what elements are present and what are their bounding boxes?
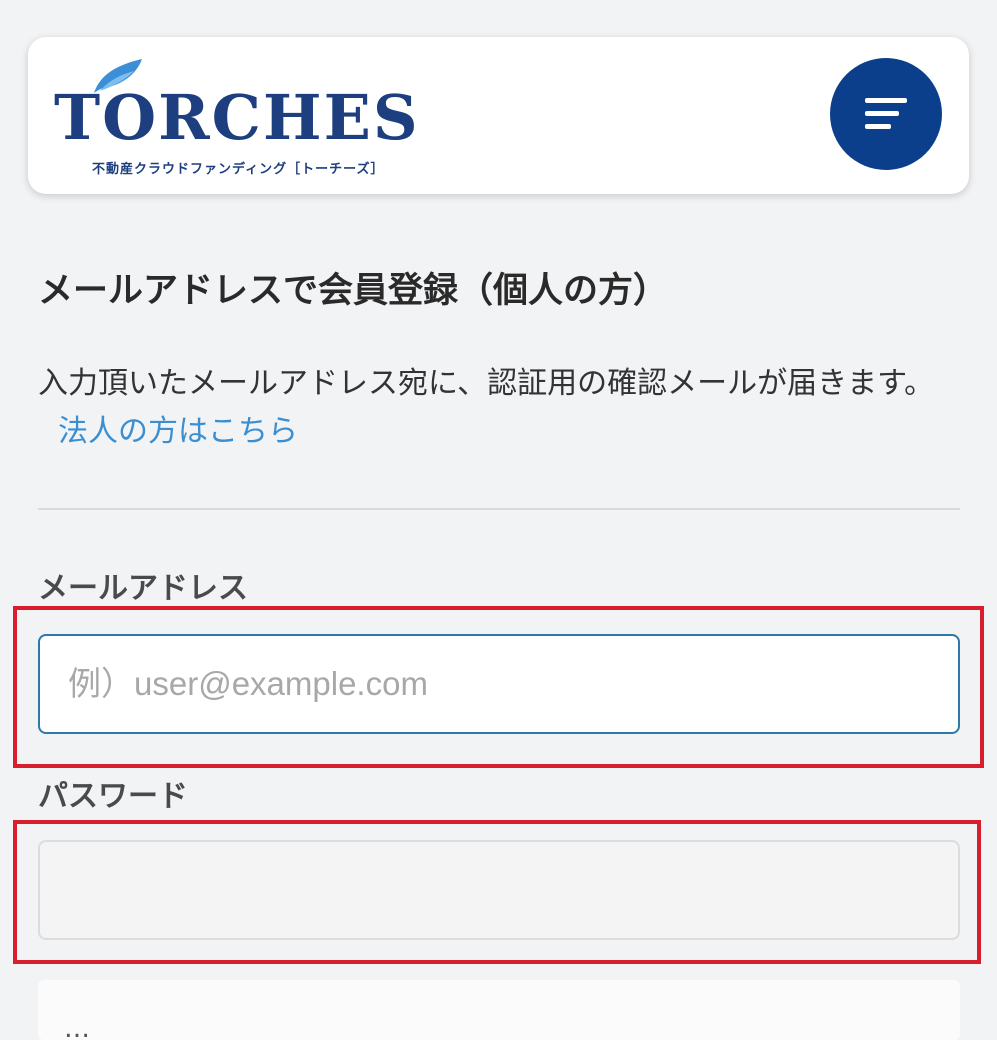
password-label: パスワード — [38, 779, 188, 814]
section-divider — [38, 508, 960, 510]
corporate-signup-link[interactable]: 法人の方はこちら — [58, 414, 298, 449]
notice-text: … — [64, 1014, 90, 1040]
email-field[interactable] — [38, 634, 960, 734]
password-field[interactable] — [38, 840, 960, 940]
logo-wordmark: TORCHES — [54, 81, 420, 154]
logo-subtitle: 不動産クラウドファンディング［トーチーズ］ — [92, 162, 385, 177]
torches-logo[interactable]: TORCHES 不動産クラウドファンディング［トーチーズ］ — [54, 57, 418, 182]
lead-text: 入力頂いたメールアドレス宛に、認証用の確認メールが届きます。法人の方はこちら — [38, 360, 958, 456]
menu-icon — [865, 98, 907, 129]
page-title: メールアドレスで会員登録（個人の方） — [38, 271, 669, 311]
menu-button[interactable] — [830, 58, 942, 170]
email-label: メールアドレス — [38, 571, 248, 606]
notice-box: … — [38, 980, 960, 1040]
lead-description: 入力頂いたメールアドレス宛に、認証用の確認メールが届きます。 — [38, 366, 935, 401]
site-header: TORCHES 不動産クラウドファンディング［トーチーズ］ — [28, 37, 969, 194]
